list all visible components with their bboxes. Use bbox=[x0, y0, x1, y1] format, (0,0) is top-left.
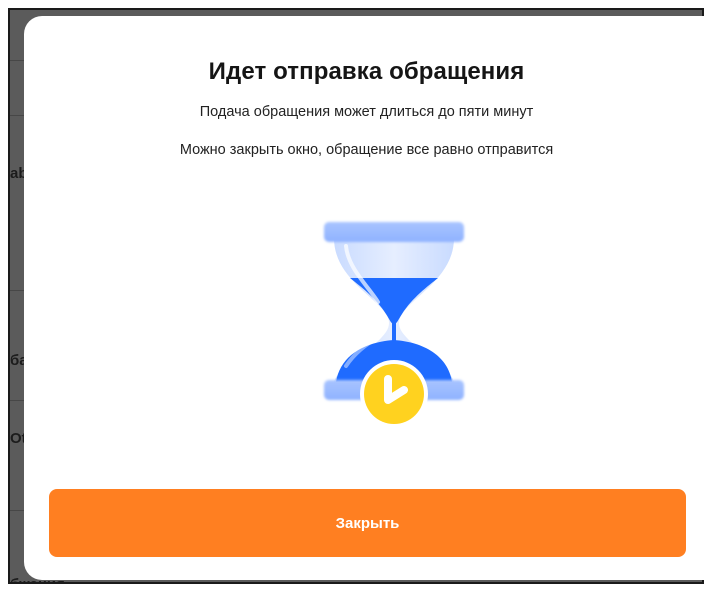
dialog-title: Идет отправка обращения bbox=[208, 58, 525, 85]
close-button[interactable]: Закрыть bbox=[49, 489, 686, 557]
sending-dialog: Идет отправка обращения Подача обращения… bbox=[24, 16, 708, 580]
dialog-note: Можно закрыть окно, обращение все равно … bbox=[179, 142, 554, 158]
hourglass-clock-icon bbox=[320, 216, 468, 438]
screen: ab ба Ot бжения Идет отправка обращения … bbox=[0, 0, 708, 589]
dialog-subtitle: Подача обращения может длиться до пяти м… bbox=[199, 104, 534, 120]
